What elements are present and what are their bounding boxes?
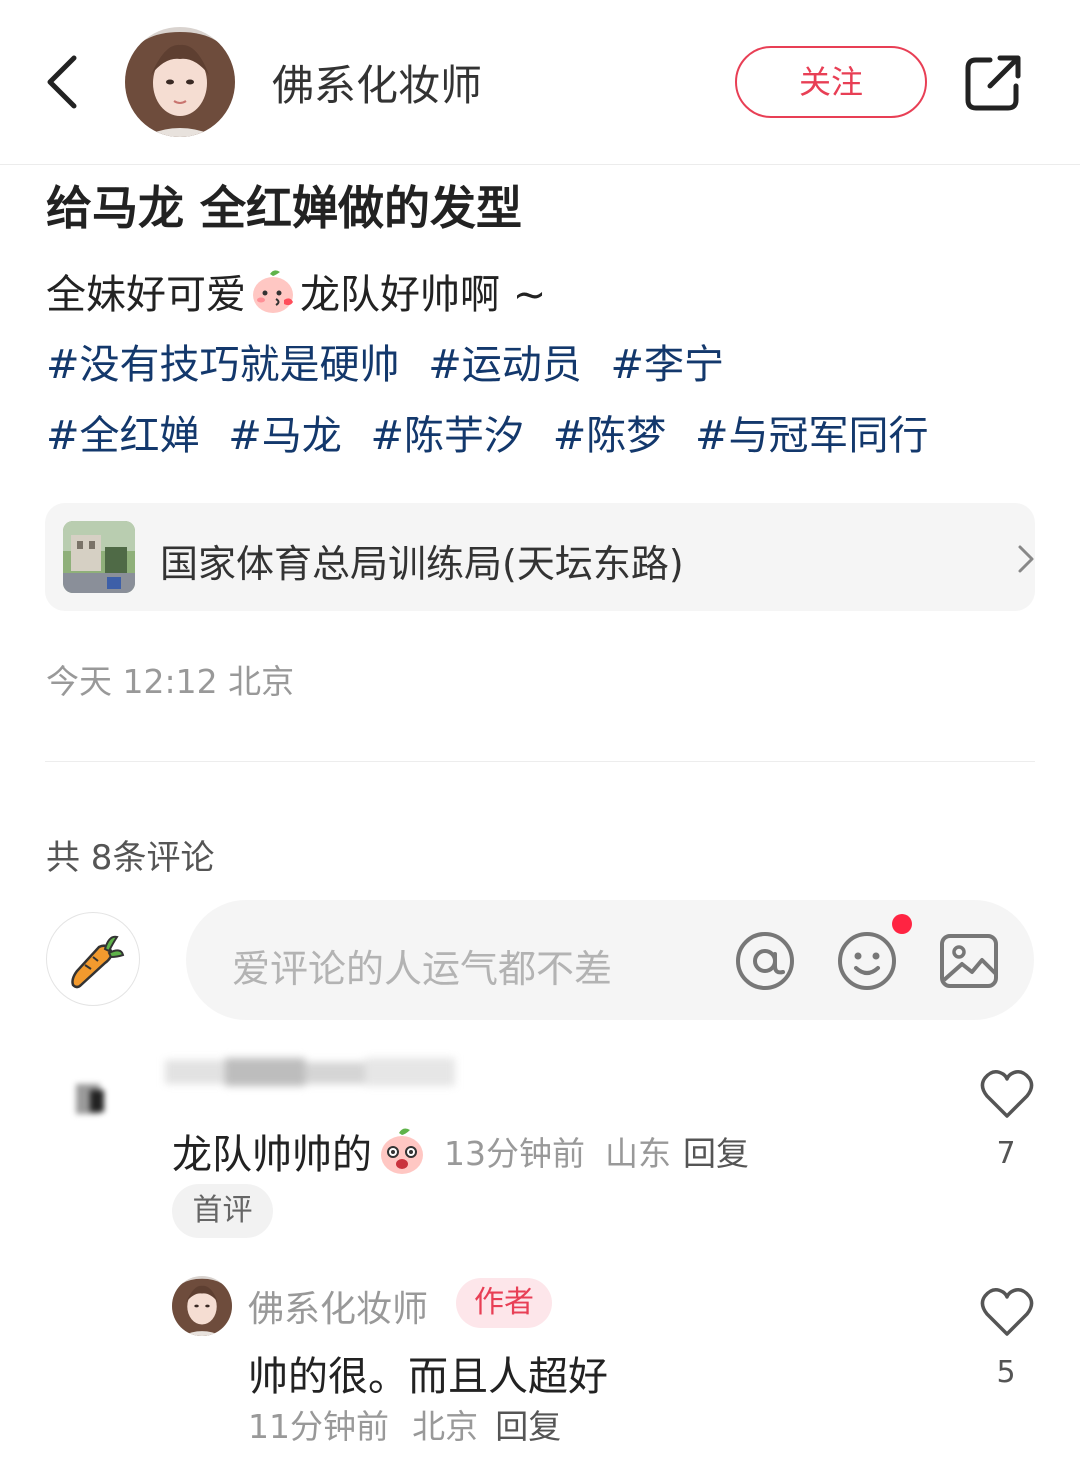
share-external-icon bbox=[965, 55, 1021, 111]
emoji-smile-icon[interactable] bbox=[836, 930, 898, 992]
chevron-right-icon bbox=[1018, 545, 1034, 573]
location-name: 国家体育总局训练局(天坛东路) bbox=[160, 542, 684, 586]
hashtag-link[interactable]: #陈梦 bbox=[553, 413, 667, 459]
post-title: 给马龙 全红婵做的发型 bbox=[46, 181, 523, 235]
commenter-name-blurred bbox=[165, 1052, 455, 1092]
comment-count: 共 8条评论 bbox=[46, 838, 215, 878]
post-body-text: 全妹好可爱 bbox=[46, 272, 246, 318]
first-comment-badge: 首评 bbox=[172, 1184, 273, 1238]
share-button[interactable] bbox=[962, 52, 1024, 114]
image-icon[interactable] bbox=[938, 930, 1000, 992]
post-body: 全妹好可爱 龙队好帅啊 ~ bbox=[46, 262, 546, 320]
commenter-avatar[interactable] bbox=[72, 1060, 134, 1130]
comment-input-placeholder: 爱评论的人运气都不差 bbox=[232, 947, 613, 991]
hashtag-link[interactable]: #与冠军同行 bbox=[695, 413, 929, 459]
reply-button[interactable]: 回复 bbox=[495, 1407, 561, 1446]
comment-region: 山东 bbox=[605, 1134, 671, 1173]
post-body-text-tail: 龙队好帅啊 ~ bbox=[300, 272, 547, 318]
notification-dot bbox=[892, 914, 912, 934]
author-avatar[interactable] bbox=[125, 27, 235, 137]
tag-line-2: #全红婵 #马龙 #陈芋汐 #陈梦 #与冠军同行 bbox=[46, 403, 944, 461]
location-thumbnail bbox=[63, 521, 135, 593]
hashtag-link[interactable]: #马龙 bbox=[228, 413, 342, 459]
comment-body: 龙队帅帅的 13分钟前 山东 回复 bbox=[172, 1122, 749, 1180]
chevron-left-icon bbox=[47, 55, 77, 109]
reply-author-name[interactable]: 佛系化妆师 bbox=[248, 1280, 428, 1332]
back-button[interactable] bbox=[40, 50, 90, 114]
reply-region: 北京 bbox=[412, 1407, 479, 1446]
carrot-icon bbox=[71, 935, 125, 989]
heart-icon[interactable] bbox=[979, 1068, 1035, 1120]
comment-text: 龙队帅帅的 bbox=[172, 1132, 372, 1178]
hashtag-link[interactable]: #没有技巧就是硬帅 bbox=[46, 342, 400, 388]
comment-time: 13分钟前 bbox=[444, 1134, 585, 1173]
post-meta: 今天 12:12 北京 bbox=[46, 662, 295, 701]
hashtag-link[interactable]: #李宁 bbox=[610, 342, 724, 388]
like-count: 5 bbox=[996, 1355, 1016, 1390]
comment-input[interactable]: 爱评论的人运气都不差 bbox=[186, 900, 1034, 1020]
like-count: 7 bbox=[996, 1136, 1016, 1171]
at-icon[interactable] bbox=[734, 930, 796, 992]
reply-author-avatar[interactable] bbox=[172, 1276, 232, 1336]
reply-text: 帅的很。而且人超好 bbox=[248, 1354, 608, 1400]
reply-button[interactable]: 回复 bbox=[683, 1127, 749, 1175]
blushing-peach-emoji bbox=[248, 266, 298, 316]
location-card[interactable]: 国家体育总局训练局(天坛东路) bbox=[45, 503, 1035, 611]
my-avatar[interactable] bbox=[46, 912, 140, 1006]
top-bar: 佛系化妆师 关注 bbox=[0, 0, 1080, 165]
surprised-peach-emoji bbox=[376, 1125, 428, 1177]
tag-line-1: #没有技巧就是硬帅 #运动员 #李宁 bbox=[46, 332, 740, 390]
hashtag-link[interactable]: #全红婵 bbox=[46, 413, 200, 459]
follow-button[interactable]: 关注 bbox=[735, 46, 927, 118]
reply-time: 11分钟前 bbox=[248, 1407, 389, 1446]
author-name[interactable]: 佛系化妆师 bbox=[272, 52, 482, 113]
hashtag-link[interactable]: #运动员 bbox=[428, 342, 582, 388]
hashtag-link[interactable]: #陈芋汐 bbox=[370, 413, 524, 459]
author-badge: 作者 bbox=[456, 1278, 552, 1328]
reply-meta: 11分钟前 北京 回复 bbox=[248, 1400, 561, 1448]
heart-icon[interactable] bbox=[979, 1286, 1035, 1338]
divider bbox=[45, 761, 1035, 762]
